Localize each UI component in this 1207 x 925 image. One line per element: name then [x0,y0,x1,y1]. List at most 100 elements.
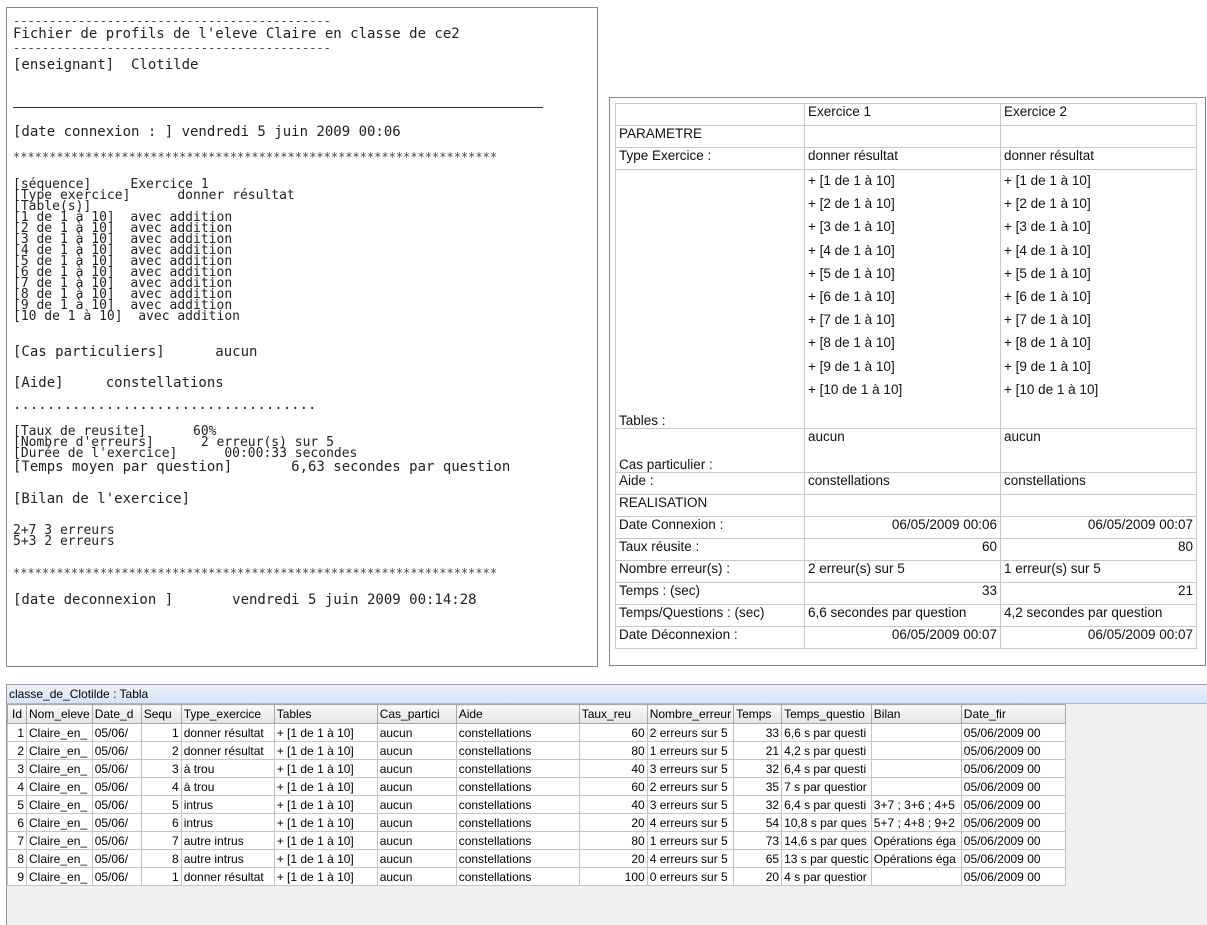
cell-taux[interactable]: 20 [578,813,648,832]
cell-tables[interactable]: + [1 de 1 à 10] [273,813,378,832]
cell-temps[interactable]: 65 [733,849,783,868]
cell-datefin[interactable]: 05/06/2009 00 [960,741,1066,760]
cell-seq[interactable]: 2 [140,741,182,760]
cell-id[interactable]: 9 [7,867,27,886]
cell-temps[interactable]: 54 [733,813,783,832]
cell-aide[interactable]: constellations [455,849,580,868]
cell-nom[interactable]: Claire_en_ [26,813,93,832]
cell-type[interactable]: à trou [180,759,275,778]
column-header[interactable]: Nom_eleve [26,704,93,724]
cell-nberr[interactable]: 3 erreurs sur 5 [646,795,735,814]
cell-nberr[interactable]: 3 erreurs sur 5 [646,759,735,778]
cell-temps[interactable]: 20 [733,867,783,886]
cell-datefin[interactable]: 05/06/2009 00 [960,867,1066,886]
cell-type[interactable]: autre intrus [180,849,275,868]
cell-id[interactable]: 4 [7,777,27,796]
cell-temps[interactable]: 73 [733,831,783,850]
cell-type[interactable]: donner résultat [180,723,275,742]
cell-bilan[interactable]: Opérations éga [870,831,962,850]
cell-tables[interactable]: + [1 de 1 à 10] [273,867,378,886]
cell-date[interactable]: 05/06/ [91,813,142,832]
cell-cas[interactable]: aucun [376,813,457,832]
cell-taux[interactable]: 20 [578,849,648,868]
cell-tq[interactable]: 6,6 s par questi [781,723,872,742]
cell-seq[interactable]: 7 [140,831,182,850]
cell-nom[interactable]: Claire_en_ [26,831,93,850]
cell-seq[interactable]: 3 [140,759,182,778]
cell-seq[interactable]: 8 [140,849,182,868]
cell-nom[interactable]: Claire_en_ [26,741,93,760]
cell-nom[interactable]: Claire_en_ [26,777,93,796]
cell-bilan[interactable] [870,867,962,886]
cell-cas[interactable]: aucun [376,741,457,760]
cell-aide[interactable]: constellations [455,867,580,886]
cell-seq[interactable]: 6 [140,813,182,832]
cell-cas[interactable]: aucun [376,759,457,778]
table-row[interactable]: 4 Claire_en_ 05/06/4 à trou + [1 de 1 à 10] a… [7,777,1066,796]
cell-aide[interactable]: constellations [455,741,580,760]
cell-nom[interactable]: Claire_en_ [26,795,93,814]
cell-datefin[interactable]: 05/06/2009 00 [960,759,1066,778]
cell-aide[interactable]: constellations [455,813,580,832]
cell-seq[interactable]: 1 [140,723,182,742]
cell-tq[interactable]: 4,2 s par questi [781,741,872,760]
cell-taux[interactable]: 80 [578,831,648,850]
column-header[interactable]: Temps [733,704,783,724]
cell-type[interactable]: donner résultat [180,867,275,886]
table-row[interactable]: 2 Claire_en_ 05/06/2 donner résultat + [1 de… [7,741,1066,760]
cell-taux[interactable]: 80 [578,741,648,760]
cell-date[interactable]: 05/06/ [91,759,142,778]
cell-cas[interactable]: aucun [376,831,457,850]
column-header[interactable]: Sequ [140,704,182,724]
cell-cas[interactable]: aucun [376,849,457,868]
cell-date[interactable]: 05/06/ [91,795,142,814]
cell-type[interactable]: intrus [180,813,275,832]
cell-bilan[interactable]: 5+7 ; 4+8 ; 9+2 [870,813,962,832]
cell-temps[interactable]: 33 [733,723,783,742]
cell-tq[interactable]: 10,8 s par ques [781,813,872,832]
cell-id[interactable]: 8 [7,849,27,868]
cell-cas[interactable]: aucun [376,723,457,742]
cell-tq[interactable]: 7 s par questior [781,777,872,796]
cell-tq[interactable]: 6,4 s par questi [781,759,872,778]
cell-temps[interactable]: 32 [733,759,783,778]
table-row[interactable]: 5 Claire_en_ 05/06/5 intrus + [1 de 1 à 10] a… [7,795,1066,814]
cell-nberr[interactable]: 2 erreurs sur 5 [646,723,735,742]
cell-nom[interactable]: Claire_en_ [26,849,93,868]
cell-aide[interactable]: constellations [455,759,580,778]
cell-seq[interactable]: 5 [140,795,182,814]
column-header[interactable]: Type_exercice [180,704,275,724]
cell-type[interactable]: donner résultat [180,741,275,760]
cell-tq[interactable]: 14,6 s par ques [781,831,872,850]
cell-aide[interactable]: constellations [455,723,580,742]
column-header[interactable]: Nombre_erreur [646,704,735,724]
column-header[interactable]: Taux_reu [578,704,648,724]
cell-tables[interactable]: + [1 de 1 à 10] [273,831,378,850]
cell-taux[interactable]: 40 [578,795,648,814]
cell-datefin[interactable]: 05/06/2009 00 [960,723,1066,742]
cell-tables[interactable]: + [1 de 1 à 10] [273,795,378,814]
cell-temps[interactable]: 35 [733,777,783,796]
cell-tables[interactable]: + [1 de 1 à 10] [273,759,378,778]
cell-nom[interactable]: Claire_en_ [26,867,93,886]
cell-seq[interactable]: 1 [140,867,182,886]
cell-bilan[interactable] [870,759,962,778]
table-row[interactable]: 7 Claire_en_ 05/06/7 autre intrus + [1 de 1 … [7,831,1066,850]
cell-temps[interactable]: 21 [733,741,783,760]
cell-seq[interactable]: 4 [140,777,182,796]
cell-nberr[interactable]: 2 erreurs sur 5 [646,777,735,796]
cell-date[interactable]: 05/06/ [91,741,142,760]
cell-taux[interactable]: 100 [578,867,648,886]
column-header[interactable]: Bilan [870,704,962,724]
cell-cas[interactable]: aucun [376,867,457,886]
cell-id[interactable]: 6 [7,813,27,832]
cell-datefin[interactable]: 05/06/2009 00 [960,795,1066,814]
cell-nberr[interactable]: 1 erreurs sur 5 [646,741,735,760]
cell-taux[interactable]: 60 [578,723,648,742]
cell-tq[interactable]: 4 s par questior [781,867,872,886]
table-row[interactable]: 9 Claire_en_ 05/06/1 donner résultat + [1 de… [7,867,1066,886]
cell-type[interactable]: intrus [180,795,275,814]
cell-bilan[interactable]: Opérations éga [870,849,962,868]
column-header[interactable]: Id [7,704,27,724]
cell-id[interactable]: 3 [7,759,27,778]
